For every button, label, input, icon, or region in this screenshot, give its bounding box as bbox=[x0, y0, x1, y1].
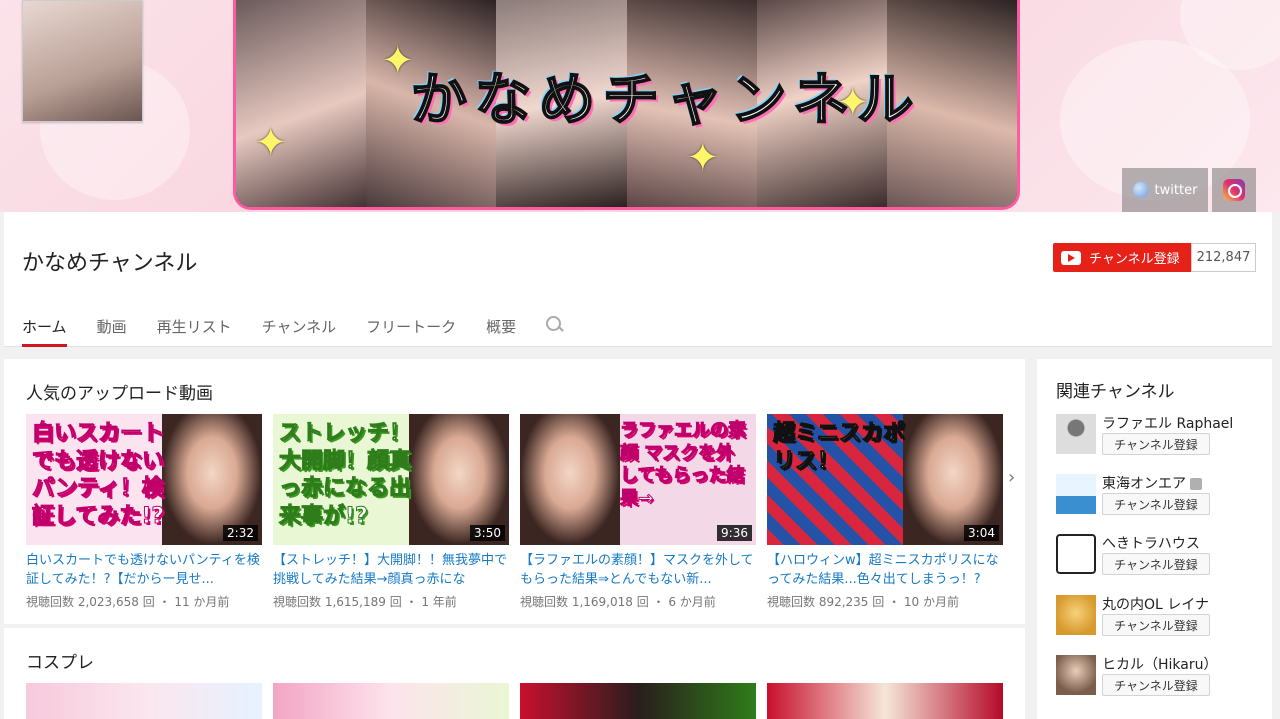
video-thumbnail[interactable]: ストレッチ！大開脚！顔真っ赤になる出来事が!? 3:50 bbox=[273, 414, 509, 545]
youtube-logo-icon bbox=[1061, 250, 1081, 265]
thumbnail-text: ストレッチ！大開脚！顔真っ赤になる出来事が!? bbox=[279, 421, 412, 530]
section-title[interactable]: コスプレ bbox=[26, 648, 94, 673]
search-icon[interactable] bbox=[546, 316, 564, 334]
channel-banner: かなめチャンネル ✦ ✦ ✦ ✦ twitter bbox=[0, 0, 1280, 212]
avatar[interactable] bbox=[1056, 655, 1096, 695]
related-channel-item[interactable]: 東海オンエア チャンネル登録 bbox=[1056, 474, 1266, 524]
thumbnail-text: 超ミニスカポリス！ bbox=[773, 421, 906, 475]
video-thumbnail[interactable] bbox=[273, 683, 509, 719]
sparkle-icon: ✦ bbox=[254, 120, 288, 166]
related-channel-name[interactable]: 東海オンエア bbox=[1102, 473, 1202, 493]
sparkle-icon: ✦ bbox=[381, 38, 415, 84]
subscribe-button[interactable]: チャンネル登録 bbox=[1053, 243, 1191, 272]
related-channels-sidebar: 関連チャンネル ラファエル Raphael チャンネル登録 東海オンエア チャン… bbox=[1037, 359, 1272, 719]
related-channel-item[interactable]: ラファエル Raphael チャンネル登録 bbox=[1056, 414, 1266, 464]
channel-header: かなめチャンネル チャンネル登録 212,847 ホーム 動画 再生リスト チャ… bbox=[4, 212, 1272, 347]
video-meta: 視聴回数 1,169,018 回 ・ 6 か月前 bbox=[520, 595, 716, 609]
thumbnail-text: 白いスカートでも透けないパンティ！検証してみた!? bbox=[32, 421, 165, 530]
sparkle-icon: ✦ bbox=[836, 80, 870, 126]
banner-artwork: かなめチャンネル ✦ ✦ ✦ ✦ bbox=[233, 0, 1020, 210]
chevron-right-icon[interactable]: › bbox=[1008, 467, 1018, 488]
related-subscribe-button[interactable]: チャンネル登録 bbox=[1102, 553, 1210, 575]
tab-discussion[interactable]: フリートーク bbox=[366, 312, 456, 347]
video-meta: 視聴回数 892,235 回 ・ 10 か月前 bbox=[767, 595, 959, 609]
avatar[interactable] bbox=[1056, 414, 1096, 454]
avatar[interactable] bbox=[1056, 474, 1096, 514]
video-duration: 9:36 bbox=[717, 525, 752, 541]
twitter-link[interactable]: twitter bbox=[1122, 168, 1208, 212]
twitter-link-label: twitter bbox=[1154, 182, 1198, 198]
popular-uploads-section: 人気のアップロード動画 白いスカートでも透けないパンティ！検証してみた!? 2:… bbox=[4, 359, 1025, 624]
sparkle-icon: ✦ bbox=[686, 135, 720, 181]
video-title[interactable]: 【ハロウィンw】超ミニスカポリスになってみた結果...色々出てしまうっ！? bbox=[767, 551, 1003, 589]
channel-tabs: ホーム 動画 再生リスト チャンネル フリートーク 概要 bbox=[22, 312, 564, 347]
section-title[interactable]: 人気のアップロード動画 bbox=[26, 379, 213, 404]
video-meta: 視聴回数 1,615,189 回 ・ 1 年前 bbox=[273, 595, 457, 609]
verified-icon bbox=[1190, 478, 1202, 490]
tab-home[interactable]: ホーム bbox=[22, 312, 67, 347]
channel-name: かなめチャンネル bbox=[22, 251, 198, 276]
video-thumbnail[interactable] bbox=[520, 683, 756, 719]
video-meta: 視聴回数 2,023,658 回 ・ 11 か月前 bbox=[26, 595, 230, 609]
related-channel-item[interactable]: ヒカル（Hikaru） チャンネル登録 bbox=[1056, 655, 1266, 705]
video-title[interactable]: 白いスカートでも透けないパンティを検証してみた！?【だからー見せ... bbox=[26, 551, 262, 589]
tab-playlists[interactable]: 再生リスト bbox=[157, 312, 232, 347]
video-title[interactable]: 【ストレッチ！】大開脚！！無我夢中で挑戦してみた結果→顔真っ赤にな bbox=[273, 551, 509, 589]
sidebar-title: 関連チャンネル bbox=[1056, 382, 1175, 402]
video-card[interactable]: 白いスカートでも透けないパンティ！検証してみた!? 2:32 白いスカートでも透… bbox=[26, 414, 262, 610]
channel-avatar[interactable] bbox=[22, 0, 143, 122]
video-duration: 3:50 bbox=[470, 525, 505, 541]
instagram-icon bbox=[1223, 179, 1245, 201]
tab-channels[interactable]: チャンネル bbox=[262, 312, 337, 347]
video-thumbnail[interactable]: ラファエルの素顔 マスクを外してもらった結果→ 9:36 bbox=[520, 414, 756, 545]
cosplay-section: コスプレ bbox=[4, 628, 1025, 719]
video-card[interactable]: ストレッチ！大開脚！顔真っ赤になる出来事が!? 3:50 【ストレッチ！】大開脚… bbox=[273, 414, 509, 610]
related-channel-item[interactable]: 丸の内OL レイナ チャンネル登録 bbox=[1056, 595, 1266, 645]
tab-videos[interactable]: 動画 bbox=[97, 312, 127, 347]
avatar[interactable] bbox=[1056, 595, 1096, 635]
video-card[interactable]: ラファエルの素顔 マスクを外してもらった結果→ 9:36 【ラファエルの素顔！】… bbox=[520, 414, 756, 610]
related-channel-item[interactable]: へきトラハウス チャンネル登録 bbox=[1056, 534, 1266, 584]
video-card[interactable]: 超ミニスカポリス！ 3:04 【ハロウィンw】超ミニスカポリスになってみた結果.… bbox=[767, 414, 1003, 610]
video-thumbnail[interactable]: 超ミニスカポリス！ 3:04 bbox=[767, 414, 1003, 545]
related-subscribe-button[interactable]: チャンネル登録 bbox=[1102, 433, 1210, 455]
related-channel-name[interactable]: ラファエル Raphael bbox=[1102, 413, 1233, 433]
video-title[interactable]: 【ラファエルの素顔！】マスクを外してもらった結果⇒とんでもない新... bbox=[520, 551, 756, 589]
related-subscribe-button[interactable]: チャンネル登録 bbox=[1102, 614, 1210, 636]
related-channel-name[interactable]: へきトラハウス bbox=[1102, 533, 1200, 553]
video-thumbnail[interactable] bbox=[26, 683, 262, 719]
related-subscribe-button[interactable]: チャンネル登録 bbox=[1102, 674, 1210, 696]
video-duration: 3:04 bbox=[964, 525, 999, 541]
subscribe-button-label: チャンネル登録 bbox=[1089, 252, 1180, 267]
related-channel-name[interactable]: 丸の内OL レイナ bbox=[1102, 594, 1209, 614]
globe-icon bbox=[1132, 182, 1149, 198]
avatar[interactable] bbox=[1056, 534, 1096, 574]
tab-about[interactable]: 概要 bbox=[486, 312, 516, 347]
thumbnail-text: ラファエルの素顔 マスクを外してもらった結果→ bbox=[620, 420, 747, 510]
video-duration: 2:32 bbox=[223, 525, 258, 541]
related-subscribe-button[interactable]: チャンネル登録 bbox=[1102, 493, 1210, 515]
video-thumbnail[interactable]: 白いスカートでも透けないパンティ！検証してみた!? 2:32 bbox=[26, 414, 262, 545]
related-channel-name[interactable]: ヒカル（Hikaru） bbox=[1102, 654, 1218, 674]
instagram-link[interactable] bbox=[1212, 168, 1256, 212]
subscriber-count: 212,847 bbox=[1191, 243, 1256, 272]
video-thumbnail[interactable] bbox=[767, 683, 1003, 719]
